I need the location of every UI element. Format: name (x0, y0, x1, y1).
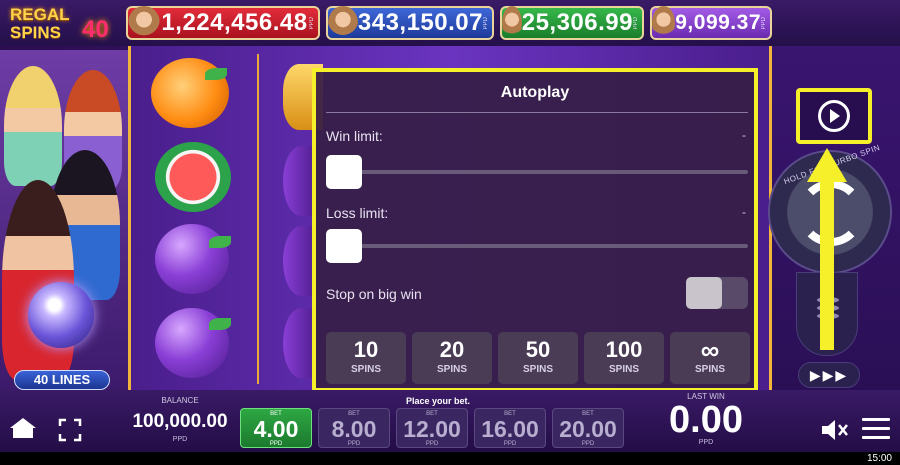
spin-label: SPINS (350, 364, 381, 375)
balance-display: BALANCE 100,000.00 PPD (124, 396, 236, 443)
lines-badge: 40 LINES (14, 370, 110, 390)
spin-label: SPINS (436, 364, 467, 375)
spin-label: SPINS (522, 364, 553, 375)
play-icon (830, 109, 840, 123)
spins-20-button[interactable]: 20 SPINS (412, 332, 492, 384)
character-panel (0, 50, 128, 390)
spins-50-button[interactable]: 50 SPINS (498, 332, 578, 384)
reel-divider (257, 54, 259, 384)
bottom-bar: BALANCE 100,000.00 PPD Place your bet. B… (0, 390, 900, 452)
jackpot-4: 9,099.37 PPD (650, 6, 772, 40)
divider (326, 112, 748, 113)
highlight-arrow-shaft (820, 178, 834, 350)
win-limit-track[interactable] (328, 170, 748, 174)
last-win-unit: PPD (698, 439, 714, 446)
jackpot-unit: PPD (309, 16, 315, 30)
toggle-knob (686, 277, 722, 309)
watermelon-symbol (155, 142, 231, 212)
spin-count: 20 (439, 337, 465, 362)
menu-icon[interactable] (862, 418, 890, 440)
win-limit-label: Win limit: (326, 128, 383, 144)
jackpot-unit: PPD (483, 16, 489, 30)
bet-option-20[interactable]: BET 20.00 PPD (552, 408, 624, 448)
bet-unit: PPD (269, 441, 283, 447)
character-red-dress (2, 180, 74, 380)
jackpot-unit: PPD (633, 16, 639, 30)
crystal-ball-icon (28, 282, 94, 348)
bet-selector: BET 4.00 PPD BET 8.00 PPD BET 12.00 PPD … (240, 408, 624, 448)
fast-forward-icon: ▶▶▶ (809, 367, 849, 383)
last-win-display: LAST WIN 0.00 PPD (648, 392, 764, 446)
sound-muted-icon[interactable] (820, 418, 850, 442)
bet-option-8[interactable]: BET 8.00 PPD (318, 408, 390, 448)
spin-count-options: 10 SPINS 20 SPINS 50 SPINS 100 SPINS ∞ S… (326, 332, 750, 384)
win-limit-value: - (742, 128, 746, 142)
jackpot-2: 343,150.07 PPD (326, 6, 494, 40)
leaf-icon (209, 236, 231, 248)
highlight-arrow-head (807, 148, 847, 182)
jackpot-bar: REGAL SPINS 40 1,224,456.48 PPD 343,150.… (0, 0, 900, 46)
win-limit-slider-thumb[interactable] (326, 155, 362, 189)
balance-unit: PPD (172, 436, 188, 443)
balance-value: 100,000.00 (132, 411, 228, 432)
status-bar: 15:00 (0, 452, 900, 465)
autoplay-button[interactable] (796, 88, 872, 144)
leaf-icon (209, 318, 231, 330)
bet-option-12[interactable]: BET 12.00 PPD (396, 408, 468, 448)
spins-100-button[interactable]: 100 SPINS (584, 332, 664, 384)
spin-count: 50 (525, 337, 551, 362)
bet-option-4[interactable]: BET 4.00 PPD (240, 408, 312, 448)
fullscreen-icon[interactable] (58, 418, 82, 442)
spins-10-button[interactable]: 10 SPINS (326, 332, 406, 384)
loss-limit-value: - (742, 205, 746, 219)
spin-label: SPINS (694, 364, 725, 375)
avatar (328, 6, 358, 40)
loss-limit-slider-thumb[interactable] (326, 229, 362, 263)
stop-big-win-toggle[interactable] (686, 277, 748, 309)
autoplay-dialog: Autoplay Win limit: - Loss limit: - Stop… (312, 68, 758, 392)
bet-option-16[interactable]: BET 16.00 PPD (474, 408, 546, 448)
jackpot-1: 1,224,456.48 PPD (126, 6, 320, 40)
bet-value: 12.00 (403, 416, 461, 442)
character-blonde (4, 66, 62, 186)
jackpot-value: 343,150.07 (357, 9, 483, 36)
bet-value: 4.00 (253, 416, 299, 442)
spin-count: 10 (353, 337, 379, 362)
jackpot-3: 25,306.99 PPD (500, 6, 644, 40)
bet-unit: PPD (347, 441, 361, 447)
logo-number: 40 (82, 16, 109, 43)
bet-value: 16.00 (481, 416, 539, 442)
logo-line2: SPINS (10, 23, 62, 42)
jackpot-value: 1,224,456.48 (161, 9, 308, 36)
dialog-title: Autoplay (500, 84, 570, 101)
stop-big-win-label: Stop on big win (326, 286, 422, 302)
balance-label: BALANCE (161, 396, 199, 405)
game-logo: REGAL SPINS 40 (2, 4, 128, 44)
fast-forward-button[interactable]: ▶▶▶ (798, 362, 860, 388)
home-icon[interactable] (8, 416, 38, 440)
spins-infinite-button[interactable]: ∞ SPINS (670, 332, 750, 384)
bet-value: 20.00 (559, 416, 617, 442)
logo-line1: REGAL (10, 5, 70, 24)
jackpot-value: 25,306.99 (521, 9, 633, 36)
avatar (652, 6, 676, 40)
jackpot-value: 9,099.37 (675, 11, 761, 34)
plum-symbol (155, 224, 229, 294)
clock: 15:00 (866, 453, 892, 464)
avatar (128, 6, 160, 40)
leaf-icon (205, 68, 227, 80)
place-bet-message: Place your bet. (405, 396, 471, 406)
jackpot-unit: PPD (761, 16, 767, 30)
bet-value: 8.00 (331, 416, 377, 442)
loss-limit-track[interactable] (328, 244, 748, 248)
spin-label: SPINS (608, 364, 639, 375)
last-win-value: 0.00 (669, 399, 743, 441)
infinity-icon: ∞ (700, 335, 720, 365)
loss-limit-label: Loss limit: (326, 205, 389, 221)
spin-count: 100 (605, 337, 643, 362)
avatar (502, 6, 522, 40)
